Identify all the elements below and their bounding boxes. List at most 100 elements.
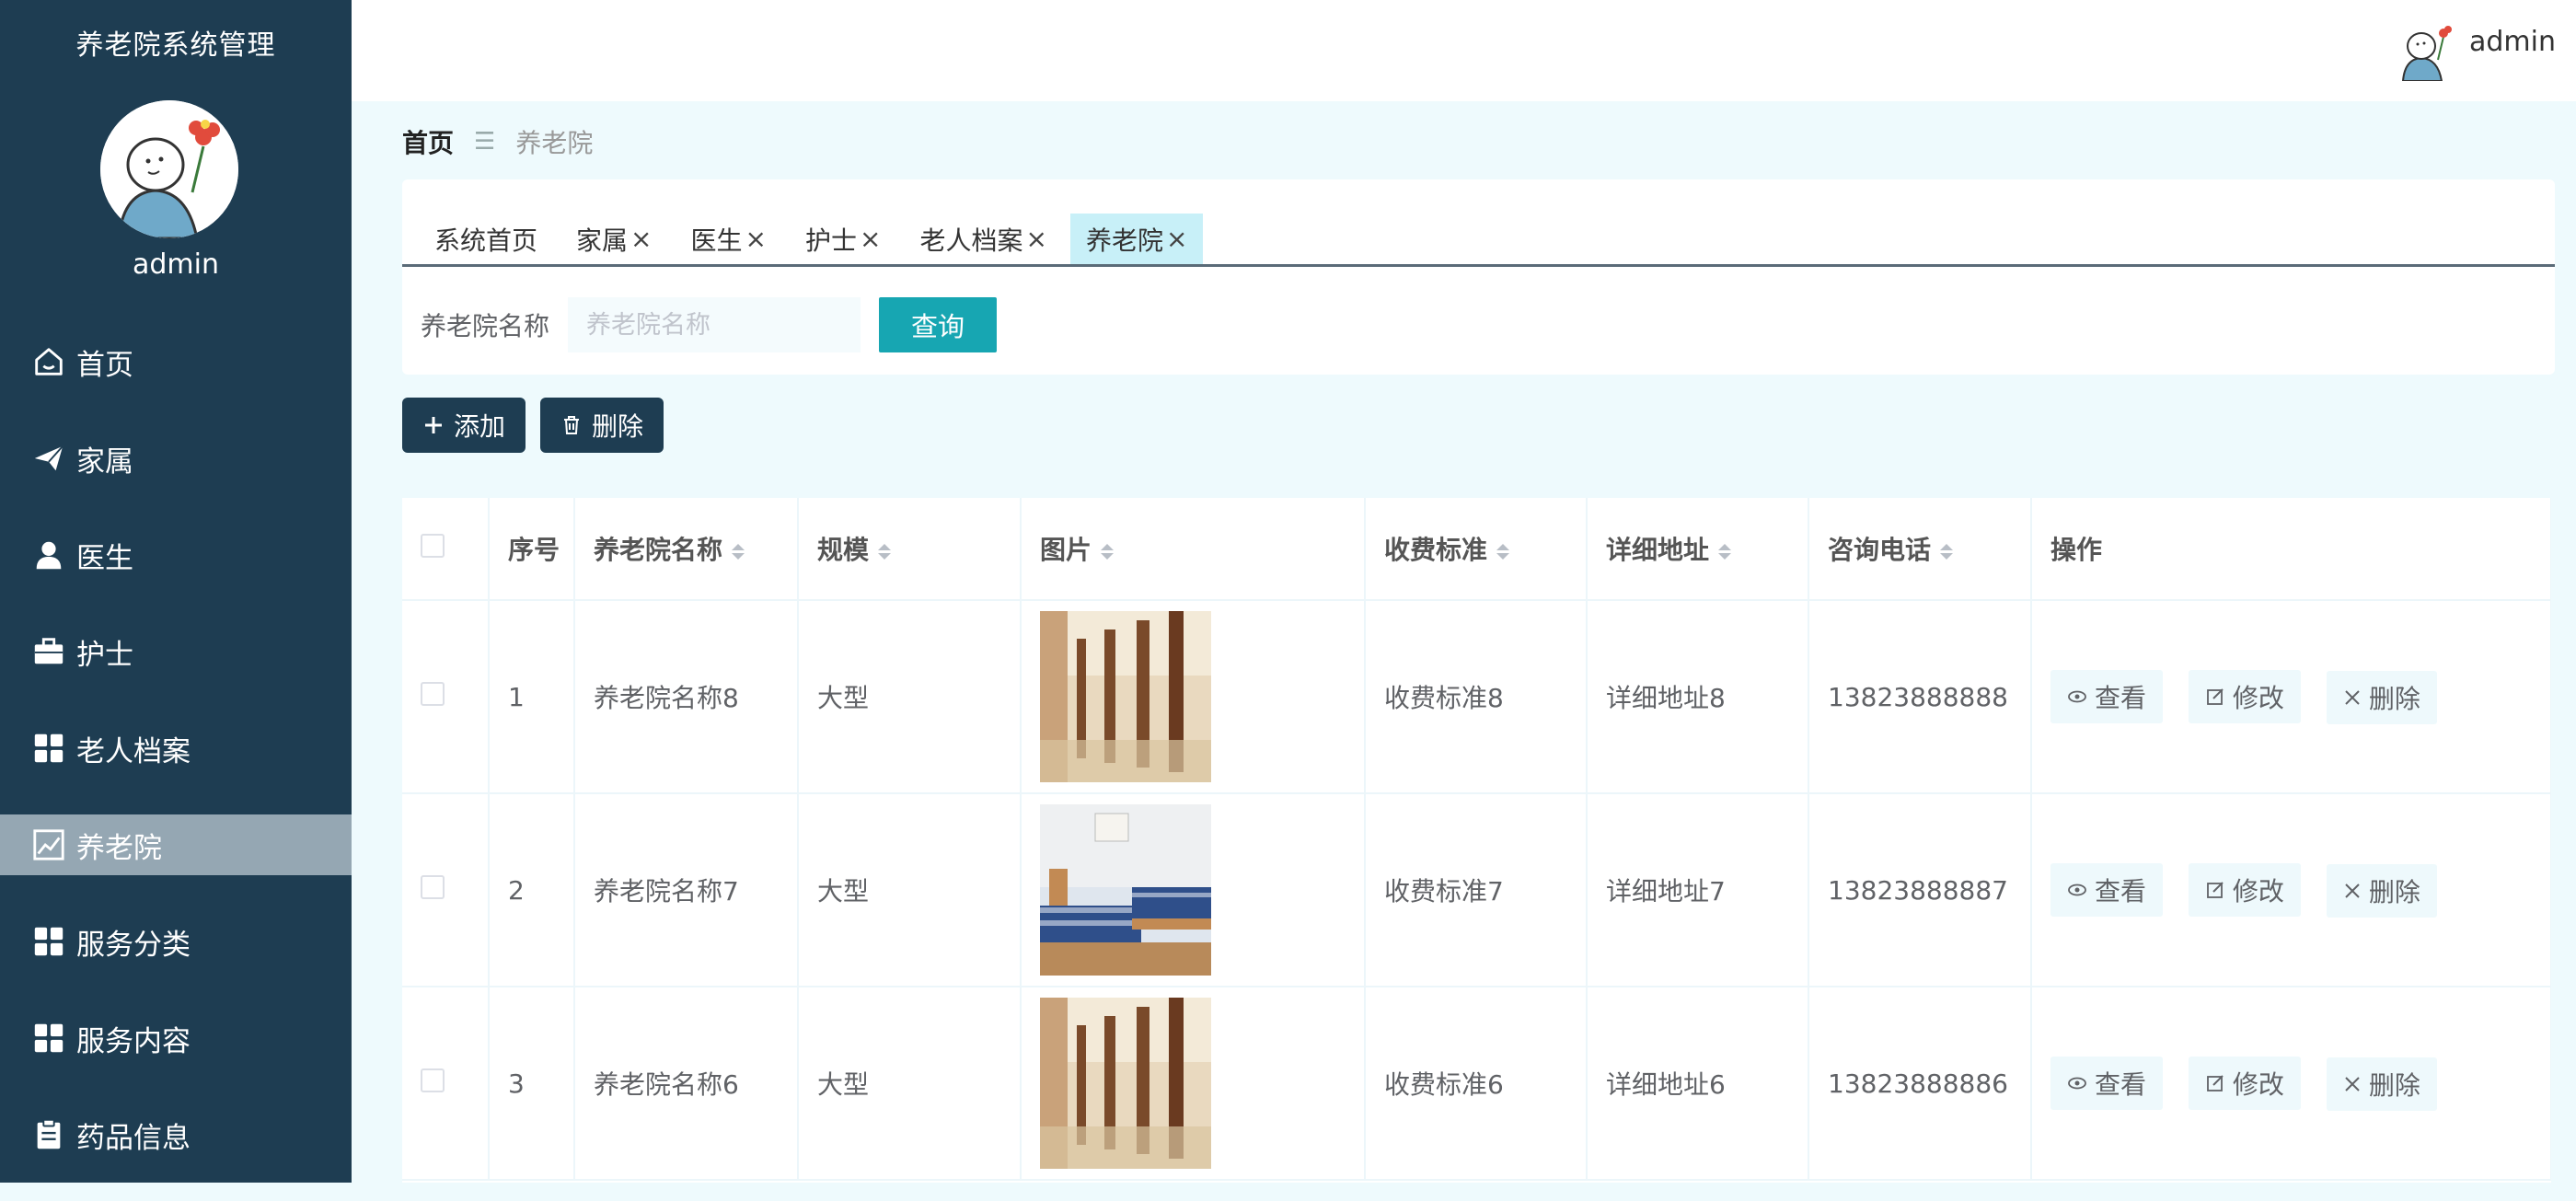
sidebar-item-nursing-home[interactable]: 养老院 — [0, 814, 352, 875]
sort-icon[interactable] — [1940, 543, 1954, 560]
table-row: 1 养老院名称8 大型 收费标准8 详细地址8 13823888888 查看 修… — [402, 600, 2551, 794]
delete-label: 删除 — [2368, 683, 2420, 714]
plus-icon — [422, 414, 445, 436]
tab-home[interactable]: 系统首页 — [419, 214, 553, 264]
view-label: 查看 — [2095, 875, 2147, 907]
breadcrumb: 首页 ☰ 养老院 — [402, 123, 593, 160]
cell-address: 详细地址6 — [1587, 987, 1809, 1181]
select-all-checkbox[interactable] — [421, 533, 445, 558]
delete-button[interactable]: 删除 — [2326, 863, 2437, 918]
cell-image — [1021, 987, 1366, 1181]
sort-icon[interactable] — [1101, 543, 1115, 560]
edit-button[interactable]: 修改 — [2188, 862, 2301, 917]
edit-label: 修改 — [2232, 875, 2284, 907]
header-image[interactable]: 图片 — [1021, 498, 1366, 601]
edit-label: 修改 — [2232, 682, 2284, 713]
chart-icon — [30, 826, 67, 863]
avatar-illustration-icon — [100, 100, 238, 238]
edit-button[interactable]: 修改 — [2188, 1056, 2301, 1110]
tab-label: 系统首页 — [434, 225, 538, 256]
delete-button[interactable]: 删除 — [2326, 670, 2437, 724]
tab-label: 老人档案 — [919, 225, 1023, 256]
header-phone[interactable]: 咨询电话 — [1808, 498, 2032, 601]
sidebar-avatar[interactable] — [100, 100, 238, 238]
header-label: 操作 — [2050, 535, 2103, 565]
system-title: 养老院系统管理 — [75, 29, 276, 62]
view-label: 查看 — [2095, 1068, 2147, 1100]
sidebar-item-nurse[interactable]: 护士 — [0, 621, 352, 682]
sidebar-item-label: 服务分类 — [76, 928, 191, 962]
sidebar-item-service-category[interactable]: 服务分类 — [0, 911, 352, 972]
view-button[interactable]: 查看 — [2050, 1056, 2164, 1110]
header-label: 图片 — [1040, 535, 1092, 565]
header-fee[interactable]: 收费标准 — [1365, 498, 1588, 601]
view-button[interactable]: 查看 — [2050, 669, 2164, 723]
eye-icon — [2067, 687, 2087, 707]
header-name[interactable]: 养老院名称 — [574, 498, 799, 601]
tab-doctor[interactable]: 医生 × — [676, 214, 782, 264]
sort-icon[interactable] — [1496, 543, 1510, 560]
nursing-home-hall-image[interactable] — [1040, 998, 1211, 1169]
header-select — [402, 498, 490, 601]
cell-fee: 收费标准7 — [1365, 793, 1588, 987]
cell-scale: 大型 — [798, 987, 1022, 1181]
row-checkbox[interactable] — [421, 681, 445, 706]
sidebar-username: admin — [133, 248, 219, 281]
tab-label: 养老院 — [1085, 225, 1163, 256]
row-checkbox[interactable] — [421, 1068, 445, 1092]
table-row: 2 养老院名称7 大型 收费标准7 详细地址7 13823888887 查看 修… — [402, 793, 2551, 987]
row-checkbox[interactable] — [421, 874, 445, 899]
delete-button[interactable]: 删除 — [2326, 1057, 2437, 1111]
top-username[interactable]: admin — [2469, 26, 2556, 58]
close-icon[interactable]: × — [1166, 224, 1187, 254]
query-button[interactable]: 查询 — [879, 297, 998, 352]
search-input[interactable] — [568, 297, 861, 352]
cell-ops: 查看 修改 删除 — [2031, 600, 2551, 794]
home-icon — [30, 343, 67, 380]
sidebar-item-home[interactable]: 首页 — [0, 331, 352, 392]
header-scale[interactable]: 规模 — [798, 498, 1022, 601]
tabs-search-panel: 系统首页 家属 × 医生 × 护士 × 老人档案 × 养老院 × 养老院名称 查… — [402, 179, 2555, 375]
tab-family[interactable]: 家属 × — [560, 214, 667, 264]
sidebar: 养老院系统管理 admin 首页 家属 医生 护士 老人档案 养老院 服务分类 … — [0, 0, 352, 1183]
add-button[interactable]: 添加 — [402, 398, 526, 453]
tab-elder-archive[interactable]: 老人档案 × — [904, 214, 1062, 264]
nursing-home-bedroom-image[interactable] — [1040, 804, 1211, 976]
cell-name: 养老院名称6 — [574, 987, 799, 1181]
sort-icon[interactable] — [1718, 543, 1732, 560]
sidebar-item-label: 护士 — [76, 638, 133, 672]
table-header-row: 序号 养老院名称 规模 图片 收费标准 详细地址 咨询电话 操作 — [402, 498, 2551, 601]
edit-label: 修改 — [2232, 1068, 2284, 1100]
grid-icon — [30, 923, 67, 960]
close-icon[interactable]: × — [745, 224, 767, 254]
sidebar-item-service-content[interactable]: 服务内容 — [0, 1008, 352, 1068]
clipboard-icon — [30, 1116, 67, 1153]
sidebar-item-family[interactable]: 家属 — [0, 428, 352, 489]
batch-delete-button[interactable]: 删除 — [540, 398, 664, 453]
user-icon — [30, 537, 67, 573]
eye-icon — [2067, 1073, 2087, 1093]
cell-fee: 收费标准8 — [1365, 600, 1588, 794]
view-label: 查看 — [2095, 682, 2147, 713]
tab-nurse[interactable]: 护士 × — [790, 214, 896, 264]
sidebar-item-doctor[interactable]: 医生 — [0, 525, 352, 585]
nursing-home-hall-image[interactable] — [1040, 611, 1211, 782]
top-bar: admin — [352, 0, 2576, 101]
cell-address: 详细地址7 — [1587, 793, 1809, 987]
header-address[interactable]: 详细地址 — [1587, 498, 1809, 601]
eye-icon — [2067, 880, 2087, 900]
tab-label: 家属 — [576, 225, 629, 256]
top-avatar[interactable] — [2396, 18, 2458, 82]
breadcrumb-current: 养老院 — [515, 128, 594, 158]
view-button[interactable]: 查看 — [2050, 862, 2164, 917]
tab-nursing-home[interactable]: 养老院 × — [1069, 214, 1204, 264]
close-icon[interactable]: × — [630, 224, 652, 254]
breadcrumb-home[interactable]: 首页 — [402, 123, 454, 160]
sidebar-item-elder-archive[interactable]: 老人档案 — [0, 718, 352, 779]
close-icon[interactable]: × — [860, 224, 881, 254]
sort-icon[interactable] — [878, 543, 892, 560]
edit-button[interactable]: 修改 — [2188, 669, 2301, 723]
sidebar-item-medicine[interactable]: 药品信息 — [0, 1104, 352, 1165]
close-icon[interactable]: × — [1025, 224, 1046, 254]
sort-icon[interactable] — [732, 543, 745, 560]
